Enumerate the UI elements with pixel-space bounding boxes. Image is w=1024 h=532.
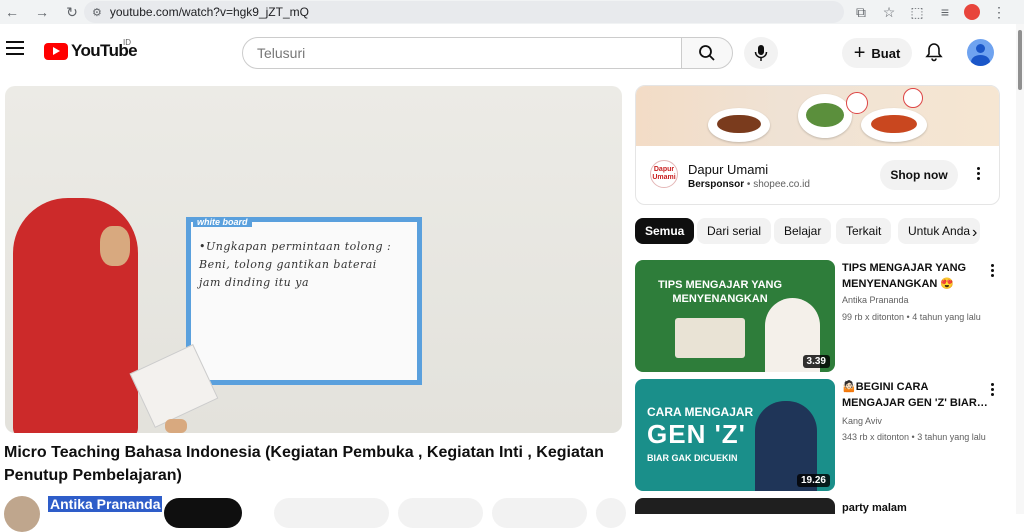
brand-logo-badge (903, 88, 923, 108)
back-icon[interactable]: ← (2, 2, 22, 22)
plus-icon: + (853, 42, 866, 64)
recommendation-title[interactable]: TIPS MENGAJAR YANG MENYENANGKAN 😍 (842, 260, 988, 292)
teacher-face (100, 226, 130, 266)
like-button[interactable] (274, 498, 389, 528)
search-icon (699, 45, 715, 61)
teacher-figure (5, 198, 155, 433)
whiteboard-line: •Ungkapan permintaan tolong : (199, 240, 392, 253)
browser-menu-icon[interactable]: ⋮ (990, 2, 1008, 22)
thumbnail-title-text: TIPS MENGAJAR YANG MENYENANGKAN (657, 279, 783, 305)
ad-title[interactable]: Dapur Umami (688, 162, 768, 177)
sponsored-label: Bersponsor (688, 179, 745, 190)
page-scrollbar[interactable] (1016, 24, 1024, 514)
video-title: Micro Teaching Bahasa Indonesia (Kegiata… (4, 444, 604, 484)
recommendation-title[interactable]: 🤷🏻BEGINI CARA MENGAJAR GEN 'Z' BIAR… (842, 379, 988, 411)
install-app-icon[interactable]: ⧉ (852, 2, 870, 22)
chip-semua[interactable]: Semua (635, 218, 695, 244)
create-button[interactable]: + Buat (842, 38, 912, 68)
chip-belajar[interactable]: Belajar (774, 218, 832, 244)
subscribe-button[interactable] (164, 498, 242, 528)
hamburger-menu-icon[interactable] (6, 41, 24, 55)
recommendation-meta: 99 rb x ditonton • 4 tahun yang lalu (842, 312, 981, 322)
shop-now-button[interactable]: Shop now (880, 160, 958, 190)
video-thumbnail[interactable] (635, 498, 835, 514)
extensions-icon[interactable]: ⬚ (908, 2, 926, 22)
ad-more-icon[interactable] (977, 167, 981, 183)
search-button[interactable] (681, 37, 733, 69)
more-actions-button[interactable] (596, 498, 626, 528)
whiteboard-text: •Ungkapan permintaan tolong : Beni, tolo… (199, 238, 414, 292)
chevron-right-icon[interactable]: › (972, 224, 977, 242)
food-plate (708, 108, 770, 142)
video-duration: 19.26 (796, 474, 830, 487)
sponsored-ad-card[interactable]: Dapur Umami Dapur Umami Bersponsor • sho… (635, 85, 1000, 205)
whiteboard-line: jam dinding itu ya (199, 276, 310, 289)
video-thumbnail[interactable]: TIPS MENGAJAR YANG MENYENANGKAN 3.39 (635, 260, 835, 372)
whiteboard-label: white board (193, 217, 252, 227)
youtube-logo[interactable]: YouTube ID (44, 38, 138, 61)
share-button[interactable] (398, 498, 483, 528)
create-label: Buat (871, 45, 901, 61)
books-graphic (675, 318, 745, 358)
teacher-hand (165, 419, 187, 433)
filter-chips: Semua Dari serial Belajar Terkait Untuk … (635, 218, 995, 246)
youtube-play-icon (44, 42, 68, 60)
reload-icon[interactable]: ↻ (62, 2, 82, 22)
channel-avatar[interactable] (4, 496, 40, 532)
youtube-header: YouTube ID Telusuri + Buat (0, 24, 1024, 82)
browser-profile-avatar[interactable] (964, 4, 980, 20)
video-duration: 3.39 (802, 355, 830, 368)
recommendation-channel[interactable]: Kang Aviv (842, 416, 882, 426)
address-bar[interactable]: ⚙ youtube.com/watch?v=hgk9_jZT_mQ (84, 1, 844, 23)
recommendation-channel[interactable]: Antika Prananda (842, 295, 909, 305)
recommendation-meta: 343 rb x ditonton • 3 tahun yang lalu (842, 432, 986, 442)
ad-banner-image[interactable] (636, 86, 999, 146)
advertiser-logo[interactable]: Dapur Umami (650, 160, 678, 188)
channel-row: Antika Prananda (4, 496, 626, 532)
thumbnail-text-line: BIAR GAK DICUEKIN (647, 453, 738, 463)
whiteboard-line: Beni, tolong gantikan baterai (199, 258, 377, 271)
region-code: ID (123, 38, 131, 47)
brand-logo-badge (846, 92, 868, 114)
forward-icon[interactable]: → (32, 2, 52, 22)
food-plate (798, 94, 852, 138)
search-input[interactable]: Telusuri (242, 37, 682, 69)
recommendation-item[interactable]: party malam (635, 498, 1005, 514)
site-info-icon[interactable]: ⚙ (92, 6, 102, 19)
chip-terkait[interactable]: Terkait (836, 218, 892, 244)
thumbnail-text-line: GEN 'Z' (647, 419, 746, 449)
video-thumbnail[interactable]: CARA MENGAJAR GEN 'Z' BIAR GAK DICUEKIN … (635, 379, 835, 491)
recommendation-more-icon[interactable] (991, 264, 995, 280)
recommendation-item[interactable]: TIPS MENGAJAR YANG MENYENANGKAN 3.39 TIP… (635, 260, 1005, 372)
notifications-bell-icon[interactable] (924, 42, 944, 62)
food-plate (861, 108, 927, 142)
chip-untuk-anda[interactable]: Untuk Anda (898, 218, 981, 244)
ad-domain: shopee.co.id (753, 179, 810, 190)
chip-dari-serial[interactable]: Dari serial (697, 218, 772, 244)
ad-sponsor-line: Bersponsor • shopee.co.id (688, 179, 810, 190)
browser-toolbar: ← → ↻ ⚙ youtube.com/watch?v=hgk9_jZT_mQ … (0, 0, 1024, 24)
recommendation-more-icon[interactable] (991, 383, 995, 399)
bookmark-star-icon[interactable]: ☆ (880, 2, 898, 22)
voice-search-button[interactable] (744, 37, 778, 69)
video-player[interactable]: white board •Ungkapan permintaan tolong … (5, 86, 622, 433)
channel-name[interactable]: Antika Prananda (48, 496, 163, 512)
recommendation-item[interactable]: CARA MENGAJAR GEN 'Z' BIAR GAK DICUEKIN … (635, 379, 1005, 491)
user-avatar[interactable] (967, 39, 994, 66)
media-controls-icon[interactable]: ≡ (936, 2, 954, 22)
save-button[interactable] (492, 498, 587, 528)
whiteboard-frame: white board •Ungkapan permintaan tolong … (186, 217, 422, 385)
thumbnail-text-line: CARA MENGAJAR (647, 405, 754, 419)
url-text: youtube.com/watch?v=hgk9_jZT_mQ (109, 5, 309, 19)
microphone-icon (754, 45, 768, 61)
